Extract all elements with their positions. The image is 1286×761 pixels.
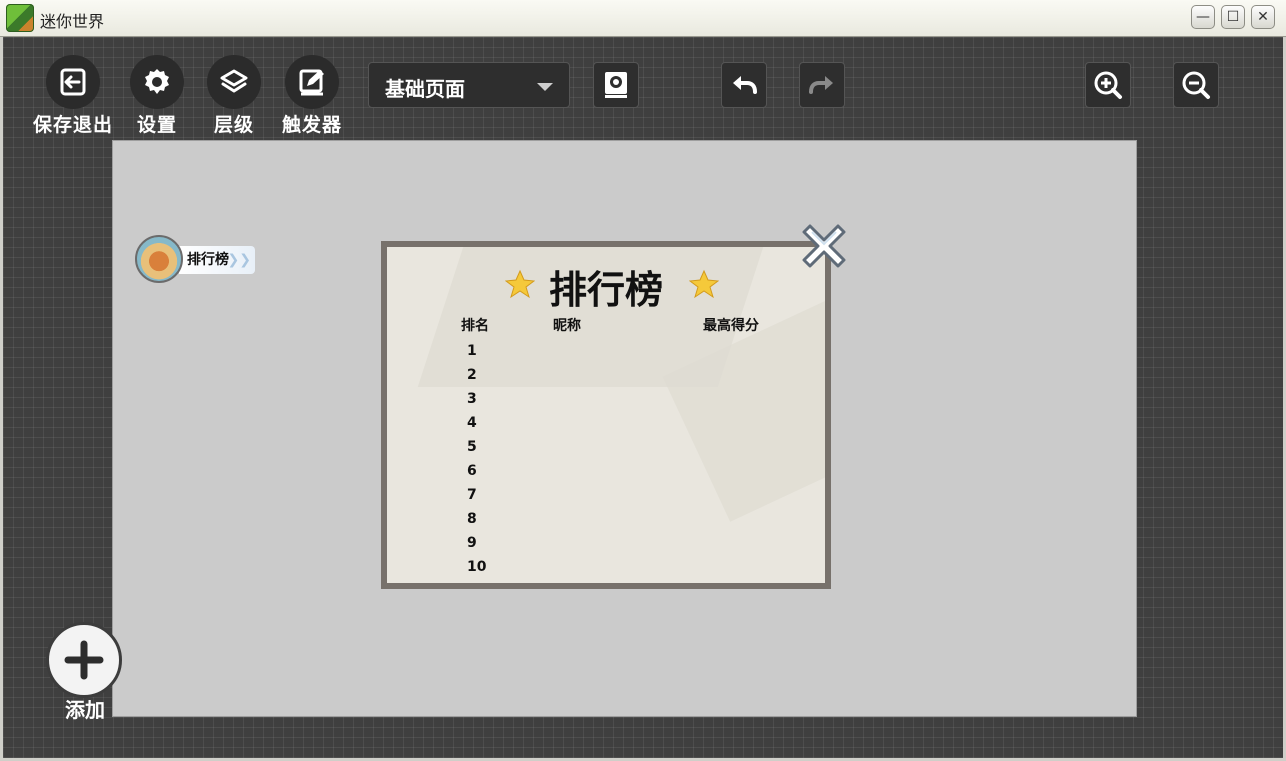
nickname-header: 昵称	[553, 318, 581, 334]
gear-icon	[130, 55, 184, 109]
add-label: 添加	[65, 698, 105, 722]
leaderboard-title: 排行榜	[548, 268, 663, 312]
add-button[interactable]	[46, 622, 122, 698]
triggers-label: 触发器	[281, 114, 342, 136]
score-header: 最高得分	[703, 318, 759, 334]
page-select-value: 基础页面	[385, 77, 465, 101]
rank-number: 3	[467, 391, 477, 407]
rank-number: 9	[467, 535, 477, 551]
rank-number: 1	[467, 343, 477, 359]
close-x-icon[interactable]	[800, 222, 848, 270]
undo-icon	[733, 76, 757, 94]
zoom-in-icon	[1094, 71, 1122, 99]
device-preview-icon	[605, 72, 627, 98]
device-preview-button[interactable]	[593, 62, 639, 108]
leaderboard-entry-button[interactable]: 排行榜 ❯❯	[135, 235, 255, 285]
redo-icon	[809, 76, 833, 94]
app-logo-icon	[6, 4, 34, 32]
star-icon	[689, 269, 719, 299]
monkey-avatar-icon	[135, 235, 183, 283]
page-select-dropdown[interactable]: 基础页面	[368, 62, 570, 108]
leaderboard-panel[interactable]: 排行榜 排名 昵称 最高得分 1 2 3 4 5 6 7 8 9 10	[381, 241, 831, 589]
save-exit-label: 保存退出	[32, 114, 113, 136]
edit-icon	[285, 55, 339, 109]
rank-list: 1 2 3 4 5 6 7 8 9 10	[467, 343, 486, 583]
plus-icon	[64, 640, 104, 680]
maximize-button[interactable]: ☐	[1221, 5, 1245, 29]
leaderboard-chip-label: 排行榜	[187, 252, 229, 268]
triggers-button[interactable]: 触发器	[267, 55, 357, 137]
close-window-button[interactable]: ✕	[1251, 5, 1275, 29]
layers-button[interactable]: 层级	[189, 55, 279, 137]
minimize-button[interactable]: —	[1191, 5, 1215, 29]
rank-number: 10	[467, 559, 487, 575]
undo-button[interactable]	[721, 62, 767, 108]
window-titlebar: 迷你世界 — ☐ ✕	[0, 0, 1286, 37]
save-exit-button[interactable]: 保存退出	[28, 55, 118, 137]
redo-button[interactable]	[799, 62, 845, 108]
rank-number: 6	[467, 463, 477, 479]
zoom-out-icon	[1182, 71, 1210, 99]
layers-label: 层级	[213, 114, 254, 136]
leaderboard-chip-tag: 排行榜 ❯❯	[179, 246, 255, 274]
chevron-down-icon	[537, 83, 553, 91]
rank-number: 5	[467, 439, 477, 455]
rank-number: 2	[467, 367, 477, 383]
window-title: 迷你世界	[40, 12, 105, 31]
rank-header: 排名	[461, 318, 489, 334]
rank-number: 8	[467, 511, 477, 527]
rank-number: 7	[467, 487, 477, 503]
zoom-in-button[interactable]	[1085, 62, 1131, 108]
rank-number: 4	[467, 415, 477, 431]
layers-icon	[207, 55, 261, 109]
zoom-out-button[interactable]	[1173, 62, 1219, 108]
double-chevron-icon: ❯❯	[227, 252, 251, 268]
exit-icon	[46, 55, 100, 109]
